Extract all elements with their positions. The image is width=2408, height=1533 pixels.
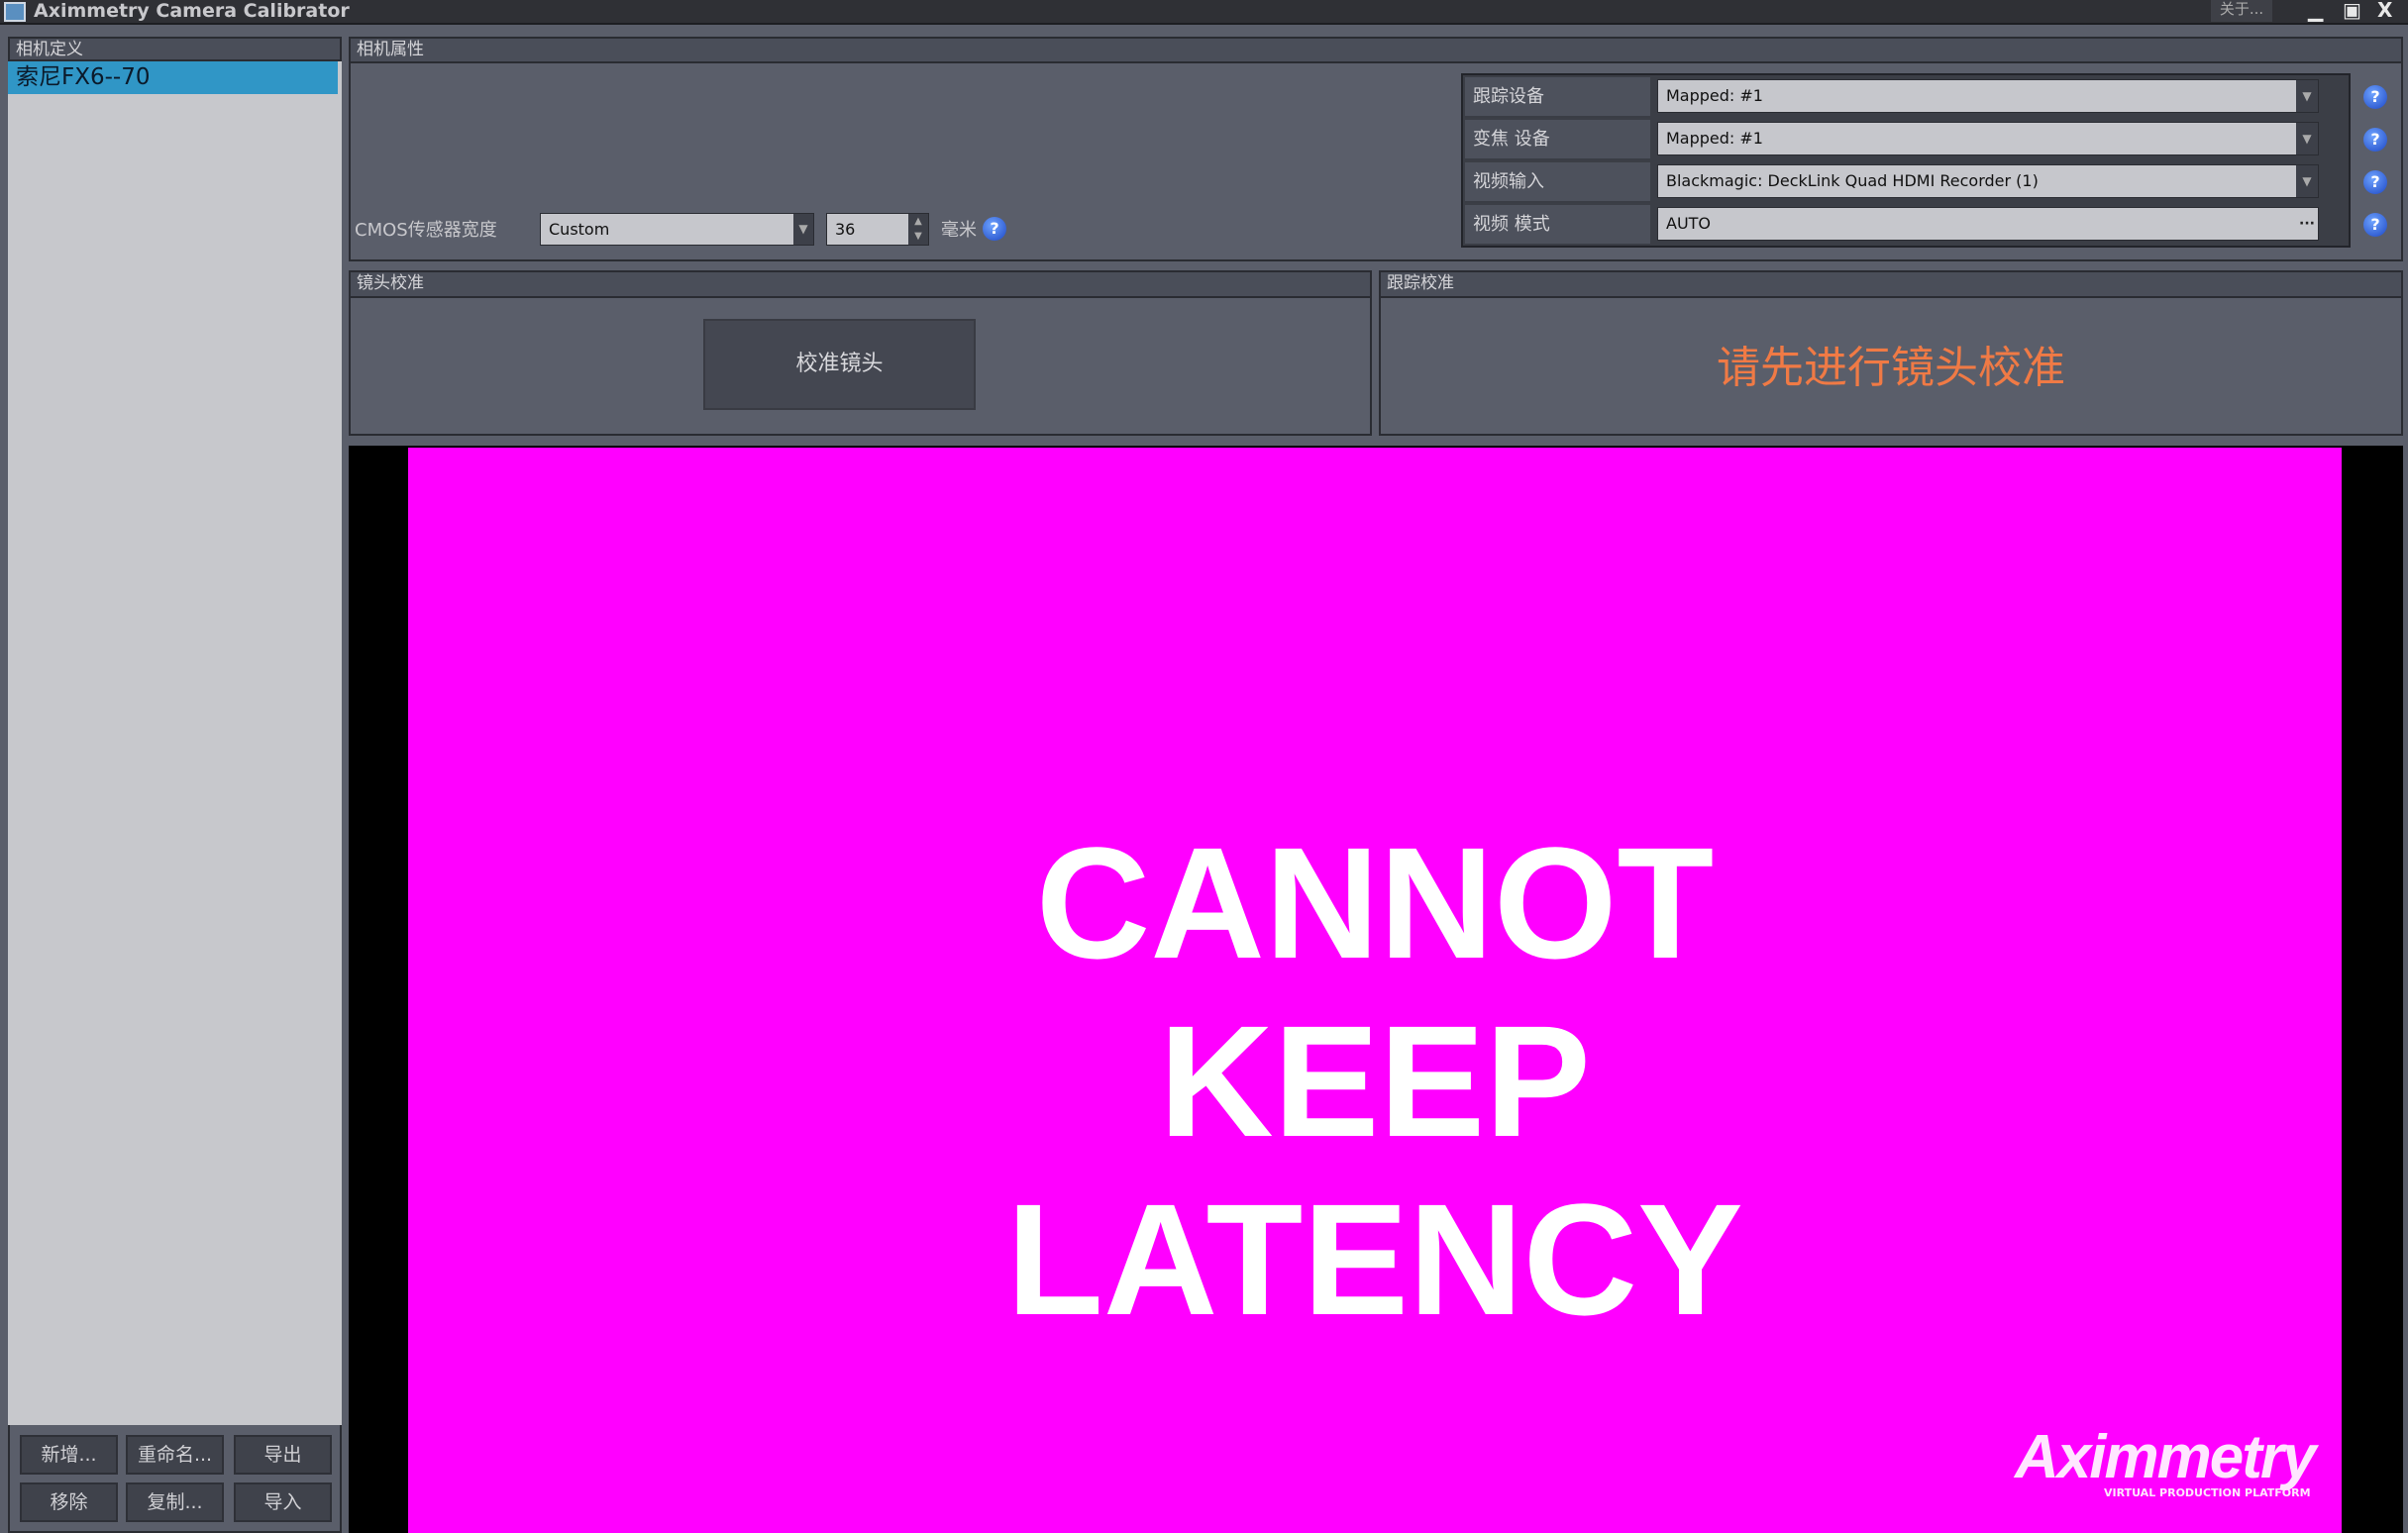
export-button[interactable]: 导出 <box>234 1435 332 1475</box>
logo-wordmark: Aximmetry <box>2015 1423 2316 1491</box>
copy-button[interactable]: 复制... <box>126 1482 224 1522</box>
help-icon[interactable]: ? <box>2363 128 2387 152</box>
property-label: 视频输入 <box>1465 162 1650 203</box>
property-label: 视频 模式 <box>1465 205 1650 246</box>
chevron-down-icon[interactable]: ▼ <box>2296 80 2318 112</box>
latency-warning: CANNOT KEEP LATENCY <box>830 814 1920 1349</box>
app-icon <box>4 2 26 22</box>
latency-warning-line2: LATENCY <box>1006 1171 1743 1348</box>
help-icon[interactable]: ? <box>983 217 1006 241</box>
chevron-down-icon[interactable]: ▼ <box>793 214 813 245</box>
latency-warning-line1: CANNOT KEEP <box>1035 814 1715 1170</box>
lens-calibration-header: 镜头校准 <box>349 270 1372 298</box>
about-button[interactable]: 关于... <box>2211 0 2272 22</box>
property-ellipsis[interactable]: AUTO ··· <box>1657 207 2319 241</box>
spin-arrows-icon[interactable]: ▲ ▼ <box>908 214 928 245</box>
cmos-width-value: 36 <box>835 220 856 239</box>
logo-tagline: VIRTUAL PRODUCTION PLATFORM <box>2104 1486 2311 1499</box>
camera-list[interactable]: 索尼FX6--70 <box>8 61 342 1425</box>
maximize-button[interactable]: ▣ <box>2343 0 2361 20</box>
close-button[interactable]: X <box>2377 0 2392 20</box>
minimize-button[interactable]: ▁ <box>2308 0 2323 20</box>
tracking-calibration-message: 请先进行镜头校准 <box>1717 343 2065 393</box>
cmos-unit-label: 毫米 <box>941 220 977 241</box>
help-icon[interactable]: ? <box>2363 170 2387 194</box>
preview-frame: CANNOT KEEP LATENCY Aximmetry VIRTUAL PR… <box>408 448 2342 1533</box>
property-dropdown[interactable]: Blackmagic: DeckLink Quad HDMI Recorder … <box>1657 164 2319 198</box>
property-value: Mapped: #1 <box>1666 129 1763 148</box>
window-title: Aximmetry Camera Calibrator <box>34 0 350 22</box>
cmos-width-stepper[interactable]: 36 ▲ ▼ <box>826 213 929 246</box>
camera-properties-header: 相机属性 <box>349 37 2403 63</box>
tracking-calibration-header: 跟踪校准 <box>1379 270 2403 298</box>
chevron-down-icon[interactable]: ▼ <box>2296 165 2318 197</box>
property-value: Mapped: #1 <box>1666 86 1763 105</box>
rename-button[interactable]: 重命名... <box>126 1435 224 1475</box>
property-label: 跟踪设备 <box>1465 77 1650 118</box>
video-preview: CANNOT KEEP LATENCY Aximmetry VIRTUAL PR… <box>349 446 2403 1533</box>
new-button[interactable]: 新增... <box>20 1435 118 1475</box>
camera-list-item[interactable]: 索尼FX6--70 <box>8 61 338 94</box>
import-button[interactable]: 导入 <box>234 1482 332 1522</box>
ellipsis-icon[interactable]: ··· <box>2296 208 2318 240</box>
property-dropdown[interactable]: Mapped: #1 ▼ <box>1657 122 2319 155</box>
cmos-preset-value: Custom <box>549 220 610 239</box>
help-icon[interactable]: ? <box>2363 85 2387 109</box>
cmos-preset-dropdown[interactable]: Custom ▼ <box>540 213 814 246</box>
help-icon[interactable]: ? <box>2363 213 2387 237</box>
property-label: 变焦 设备 <box>1465 120 1650 160</box>
property-dropdown[interactable]: Mapped: #1 ▼ <box>1657 79 2319 113</box>
remove-button[interactable]: 移除 <box>20 1482 118 1522</box>
chevron-down-icon[interactable]: ▼ <box>2296 123 2318 154</box>
property-value: AUTO <box>1666 214 1712 233</box>
title-bar: Aximmetry Camera Calibrator 关于... ▁ ▣ X <box>0 0 2408 25</box>
camera-definition-header: 相机定义 <box>8 37 342 61</box>
aximmetry-logo: Aximmetry VIRTUAL PRODUCTION PLATFORM <box>2015 1423 2332 1499</box>
cmos-width-label: CMOS传感器宽度 <box>355 220 497 241</box>
property-value: Blackmagic: DeckLink Quad HDMI Recorder … <box>1666 171 2039 190</box>
calibrate-lens-button[interactable]: 校准镜头 <box>703 319 976 410</box>
